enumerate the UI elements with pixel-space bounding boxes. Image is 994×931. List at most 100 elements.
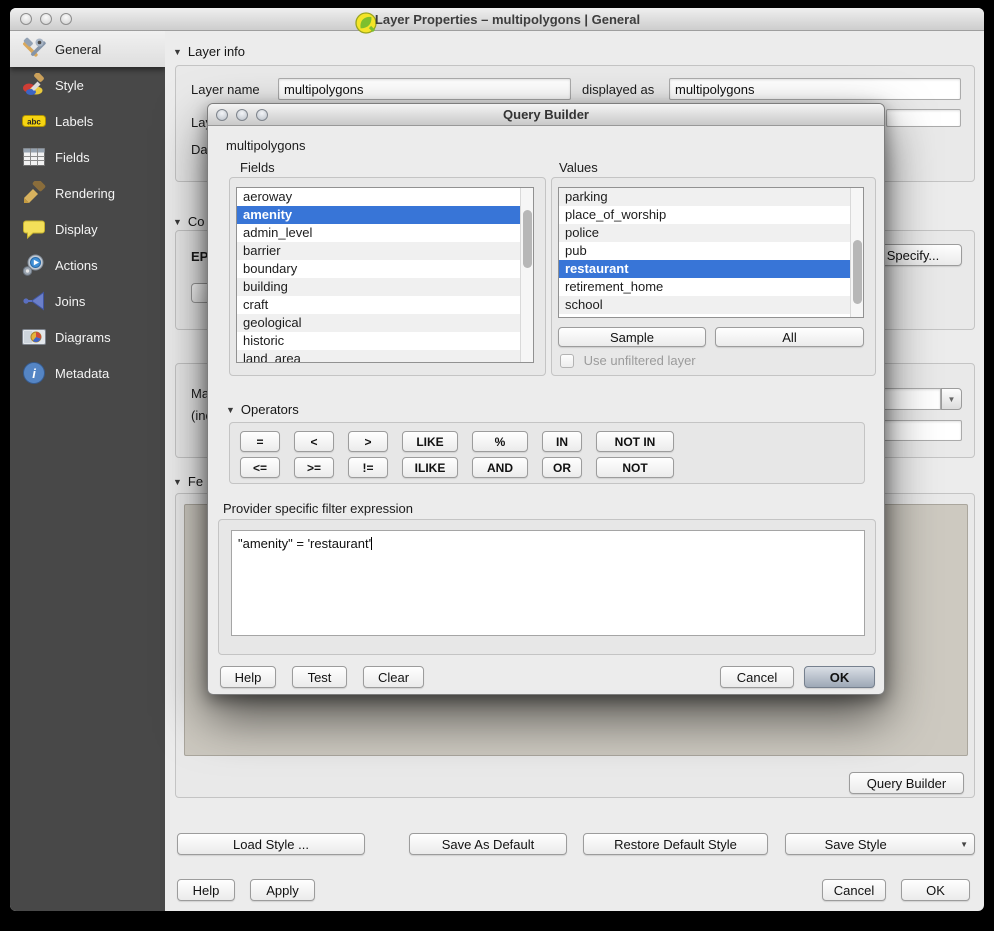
sidebar-item-actions[interactable]: Actions [10, 247, 165, 283]
value-list-item[interactable]: parking [559, 188, 863, 206]
field-list-item[interactable]: barrier [237, 242, 533, 260]
fields-scrollbar-thumb[interactable] [523, 210, 532, 268]
crs-button-partial[interactable] [191, 283, 207, 303]
svg-text:abc: abc [27, 118, 41, 127]
ok-button[interactable]: OK [901, 879, 970, 901]
save-as-default-button[interactable]: Save As Default [409, 833, 567, 855]
values-scrollbar-thumb[interactable] [853, 240, 862, 304]
field-list-item[interactable]: admin_level [237, 224, 533, 242]
layer-name-input[interactable] [278, 78, 571, 100]
dialog-minimize-button[interactable] [236, 109, 248, 121]
sample-button[interactable]: Sample [558, 327, 706, 347]
field-list-item[interactable]: historic [237, 332, 533, 350]
minimize-button[interactable] [40, 13, 52, 25]
filter-expression-textarea[interactable]: "amenity" = 'restaurant' [231, 530, 865, 636]
operator-button->=[interactable]: >= [294, 457, 334, 478]
save-style-button[interactable]: Save Style ▼ [785, 833, 975, 855]
window-controls [20, 13, 72, 25]
displayed-as-input[interactable] [669, 78, 961, 100]
zoom-button[interactable] [60, 13, 72, 25]
svg-text:i: i [32, 366, 36, 381]
operator-button-<[interactable]: < [294, 431, 334, 452]
operator-button-not[interactable]: NOT [596, 457, 674, 478]
close-button[interactable] [20, 13, 32, 25]
layer-source-input-partial[interactable] [886, 109, 961, 127]
qb-clear-button[interactable]: Clear [363, 666, 424, 688]
field-list-item[interactable]: building [237, 278, 533, 296]
qb-cancel-button[interactable]: Cancel [720, 666, 794, 688]
sidebar-item-general[interactable]: General [10, 31, 165, 67]
speech-bubble-icon [22, 217, 46, 241]
value-list-item[interactable]: police [559, 224, 863, 242]
sidebar-item-label: Labels [55, 114, 93, 129]
operator-button-%[interactable]: % [472, 431, 528, 452]
window-title: Layer Properties – multipolygons | Gener… [354, 11, 640, 27]
sidebar-item-labels[interactable]: abc Labels [10, 103, 165, 139]
operator-button-or[interactable]: OR [542, 457, 582, 478]
operator-button-like[interactable]: LIKE [402, 431, 458, 452]
qb-test-button[interactable]: Test [292, 666, 347, 688]
operators-header[interactable]: ▼Operators [226, 402, 299, 417]
all-button[interactable]: All [715, 327, 864, 347]
sidebar-item-label: Rendering [55, 186, 115, 201]
query-builder-button[interactable]: Query Builder [849, 772, 964, 794]
chevron-down-icon: ▼ [952, 840, 968, 849]
value-list-item[interactable]: school [559, 296, 863, 314]
screen: Layer Properties – multipolygons | Gener… [0, 0, 994, 931]
sidebar-item-joins[interactable]: Joins [10, 283, 165, 319]
fields-scrollbar[interactable] [520, 188, 533, 362]
dialog-window-controls [216, 109, 268, 121]
sidebar-item-label: Diagrams [55, 330, 111, 345]
operator-button-<=[interactable]: <= [240, 457, 280, 478]
scale-combobox-arrow[interactable]: ▼ [941, 388, 962, 410]
field-list-item[interactable]: land_area [237, 350, 533, 363]
crs-header-partial[interactable]: ▼Co [173, 214, 205, 229]
operator-button->[interactable]: > [348, 431, 388, 452]
sidebar-item-style[interactable]: Style [10, 67, 165, 103]
sidebar: GeneralStyle abc Labels Fields Rendering Disp… [10, 31, 165, 911]
operators-row-1: = < > LIKE% IN NOT IN [240, 431, 858, 452]
field-list-item[interactable]: craft [237, 296, 533, 314]
operators-row-2: <= >= != ILIKE AND OR NOT [240, 457, 858, 478]
fields-groupbox: aerowayamenityadmin_levelbarrierboundary… [229, 177, 546, 376]
dialog-zoom-button[interactable] [256, 109, 268, 121]
use-unfiltered-checkbox[interactable] [560, 354, 574, 368]
sidebar-item-diagrams[interactable]: Diagrams [10, 319, 165, 355]
window-titlebar[interactable]: Layer Properties – multipolygons | Gener… [10, 8, 984, 31]
apply-button[interactable]: Apply [250, 879, 315, 901]
value-list-item[interactable]: restaurant [559, 260, 863, 278]
help-button[interactable]: Help [177, 879, 235, 901]
operator-button-=[interactable]: = [240, 431, 280, 452]
button-label: Save As Default [442, 837, 535, 852]
restore-default-style-button[interactable]: Restore Default Style [583, 833, 768, 855]
operator-button-not-in[interactable]: NOT IN [596, 431, 674, 452]
sidebar-item-display[interactable]: Display [10, 211, 165, 247]
field-list-item[interactable]: amenity [237, 206, 533, 224]
paintbrush-icon [22, 73, 46, 97]
field-list-item[interactable]: geological [237, 314, 533, 332]
operator-button-in[interactable]: IN [542, 431, 582, 452]
values-scrollbar[interactable] [850, 188, 863, 317]
operator-button-ilike[interactable]: ILIKE [402, 457, 458, 478]
dialog-title: Query Builder [503, 107, 589, 122]
value-list-item[interactable]: retirement_home [559, 278, 863, 296]
query-builder-titlebar[interactable]: Query Builder [208, 104, 884, 126]
qb-help-button[interactable]: Help [220, 666, 276, 688]
values-label: Values [559, 160, 598, 175]
field-list-item[interactable]: boundary [237, 260, 533, 278]
sidebar-item-metadata[interactable]: iMetadata [10, 355, 165, 391]
sidebar-item-rendering[interactable]: Rendering [10, 175, 165, 211]
operator-button-!=[interactable]: != [348, 457, 388, 478]
dialog-close-button[interactable] [216, 109, 228, 121]
button-label: Save Style [825, 837, 887, 852]
value-list-item[interactable]: pub [559, 242, 863, 260]
qb-ok-button[interactable]: OK [804, 666, 875, 688]
features-header-partial[interactable]: ▼Fe [173, 474, 203, 489]
value-list-item[interactable]: place_of_worship [559, 206, 863, 224]
field-list-item[interactable]: aeroway [237, 188, 533, 206]
load-style-button[interactable]: Load Style ... [177, 833, 365, 855]
cancel-button[interactable]: Cancel [822, 879, 886, 901]
layer-info-header[interactable]: ▼Layer info [173, 44, 245, 59]
operator-button-and[interactable]: AND [472, 457, 528, 478]
sidebar-item-fields[interactable]: Fields [10, 139, 165, 175]
